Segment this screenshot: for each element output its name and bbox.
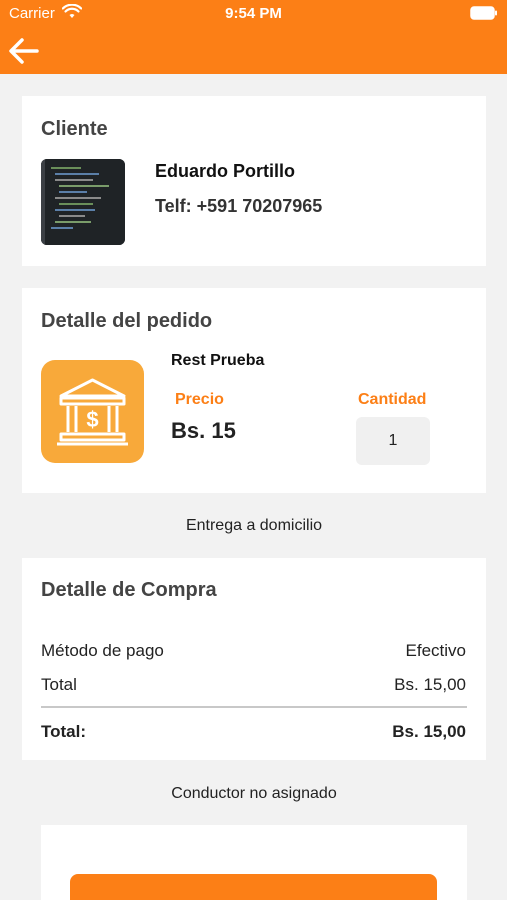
nav-bar	[0, 28, 507, 74]
svg-text:$: $	[86, 407, 98, 432]
avatar	[41, 159, 125, 245]
primary-action-button[interactable]	[70, 874, 437, 900]
quantity-label: Cantidad	[358, 391, 427, 408]
section-separator	[22, 74, 486, 96]
client-phone: Telf: +591 70207965	[155, 196, 323, 216]
back-button[interactable]	[4, 33, 44, 69]
divider	[41, 706, 467, 708]
bank-dollar-icon: $	[57, 378, 128, 446]
grand-total-value: Bs. 15,00	[392, 722, 466, 741]
order-section-title: Detalle del pedido	[41, 310, 213, 332]
avatar-image	[41, 159, 125, 245]
subtotal-label: Total	[41, 675, 77, 694]
driver-status: Conductor no asignado	[171, 785, 337, 802]
order-detail-content: Cliente Eduardo Portillo Telf: +591 7020…	[22, 74, 486, 900]
status-bar: Carrier 9:54 PM	[0, 0, 507, 28]
driver-section: Conductor no asignado	[22, 760, 486, 900]
driver-card	[41, 825, 467, 900]
price-value: Bs. 15	[171, 418, 236, 443]
quantity-field[interactable]: 1	[356, 417, 430, 465]
purchase-section-title: Detalle de Compra	[41, 579, 217, 601]
client-name: Eduardo Portillo	[155, 161, 296, 181]
payment-method-value: Efectivo	[405, 641, 466, 660]
product-image: $	[41, 360, 144, 463]
client-section-title: Cliente	[41, 118, 108, 140]
section-separator	[22, 266, 486, 288]
grand-total-label: Total:	[41, 722, 87, 741]
status-time: 9:54 PM	[225, 5, 282, 22]
price-label: Precio	[175, 391, 224, 408]
arrow-left-icon	[9, 38, 39, 64]
delivery-type: Entrega a domicilio	[22, 493, 486, 558]
product-name: Rest Prueba	[171, 352, 265, 369]
subtotal-value: Bs. 15,00	[394, 675, 466, 694]
battery-icon	[470, 6, 497, 20]
payment-method-label: Método de pago	[41, 641, 164, 660]
